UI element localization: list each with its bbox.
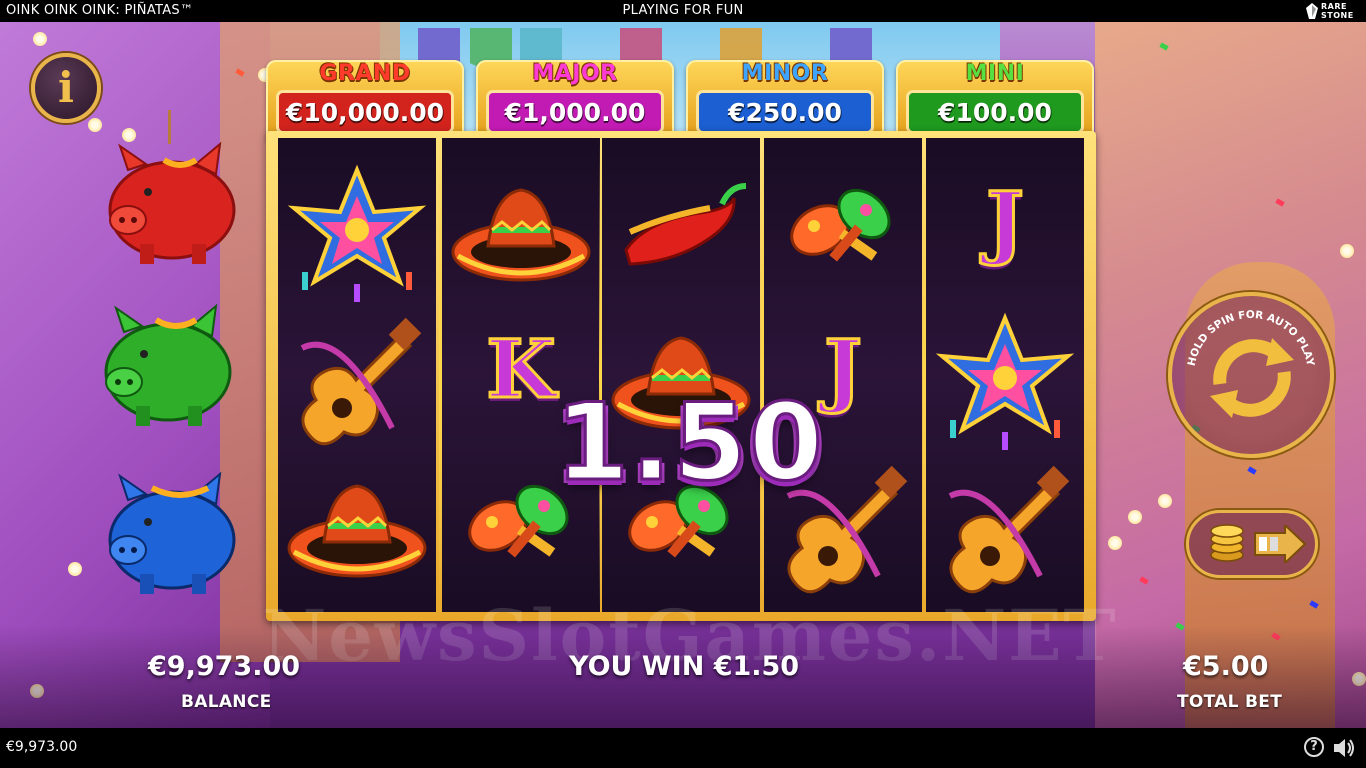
blue-pig-icon: [108, 471, 236, 594]
symbol-sombrero: [282, 456, 432, 606]
brand-line1: RARE: [1321, 2, 1347, 11]
help-icon[interactable]: ?: [1304, 737, 1324, 757]
footer-balance: €9,973.00: [6, 739, 78, 755]
symbol-star-pinata: [930, 308, 1080, 458]
speaker-icon[interactable]: [1332, 737, 1356, 759]
light-bulb: [88, 118, 102, 132]
play-mode-label: PLAYING FOR FUN: [622, 3, 744, 18]
chili-pepper-icon: [624, 183, 747, 266]
symbol-guitar: [282, 308, 432, 458]
spin-button-text: HOLD SPIN FOR AUTO PLAY: [1186, 309, 1317, 368]
brand-logo: RARE STONE: [1306, 1, 1358, 21]
brand-line2: STONE: [1321, 11, 1354, 20]
symbol-sombrero: [446, 160, 596, 310]
reel-divider-glow: [923, 138, 926, 612]
sombrero-icon: [451, 188, 591, 282]
balance-label: BALANCE: [181, 692, 272, 712]
light-bulb: [33, 32, 47, 46]
light-bulb: [1108, 536, 1122, 550]
jackpot-grand-value-box: €10,000.00: [276, 90, 454, 134]
symbol-star-pinata: [282, 160, 432, 310]
light-bulb: [1340, 244, 1354, 258]
light-bulb: [68, 562, 82, 576]
bet-settings-button[interactable]: [1186, 510, 1318, 578]
arrow-right-icon: [1254, 525, 1307, 563]
symbol-chili-pepper: [606, 160, 756, 310]
win-amount-overlay: 1.50: [554, 381, 825, 504]
jackpot-mini-name: MINI: [965, 61, 1025, 86]
info-icon: i: [58, 63, 74, 112]
jackpot-minor-name: MINOR: [741, 61, 829, 86]
green-pig-icon: [104, 303, 232, 426]
info-button[interactable]: i: [31, 53, 101, 123]
green-pig-pinata: [96, 302, 236, 432]
jackpot-grand-name: GRAND: [319, 61, 411, 86]
guitar-icon: [948, 465, 1070, 594]
jackpot-minor-value-box: €250.00: [696, 90, 874, 134]
total-bet-value: €5.00: [1183, 651, 1269, 682]
jackpot-grand-value: €10,000.00: [285, 98, 445, 127]
spin-button[interactable]: HOLD SPIN FOR AUTO PLAY: [1168, 292, 1334, 458]
spin-arrows-icon: HOLD SPIN FOR AUTO PLAY: [1186, 309, 1317, 418]
letter-j-text: J: [985, 173, 1026, 270]
red-pig-pinata: [100, 110, 240, 270]
star-pinata-icon: [287, 164, 427, 302]
blue-pig-pinata: [100, 470, 240, 600]
bottom-bar: €9,973.00 ?: [0, 728, 1366, 768]
win-message: YOU WIN €1.50: [569, 651, 800, 682]
sombrero-icon: [287, 484, 427, 578]
symbol-letter-j: J: [930, 160, 1080, 310]
jackpot-major-value: €1,000.00: [504, 98, 646, 127]
jackpot-major-name: MAJOR: [532, 61, 618, 86]
reel-divider-glow: [439, 138, 442, 612]
reel-divider-glow: [761, 138, 764, 612]
guitar-icon: [300, 317, 422, 446]
jackpot-mini-value-box: €100.00: [906, 90, 1084, 134]
symbol-maracas: [768, 160, 918, 310]
top-bar: OINK OINK OINK: PIÑATAS™ PLAYING FOR FUN…: [0, 0, 1366, 22]
jackpot-mini-value: €100.00: [938, 98, 1052, 127]
light-bulb: [1128, 510, 1142, 524]
jackpot-major-value-box: €1,000.00: [486, 90, 664, 134]
total-bet-label: TOTAL BET: [1177, 692, 1283, 712]
symbol-guitar: [930, 456, 1080, 606]
maracas-icon: [790, 188, 891, 262]
red-pig-icon: [108, 141, 236, 264]
svg-text:HOLD SPIN FOR AUTO PLAY: HOLD SPIN FOR AUTO PLAY: [1186, 309, 1317, 368]
reel-divider-glow: [599, 138, 602, 612]
balance-value: €9,973.00: [148, 651, 301, 682]
rarestone-logo-icon: [1306, 3, 1318, 19]
star-pinata-icon: [935, 312, 1075, 450]
jackpot-minor-value: €250.00: [728, 98, 842, 127]
light-bulb: [1158, 494, 1172, 508]
rope: [168, 110, 171, 144]
